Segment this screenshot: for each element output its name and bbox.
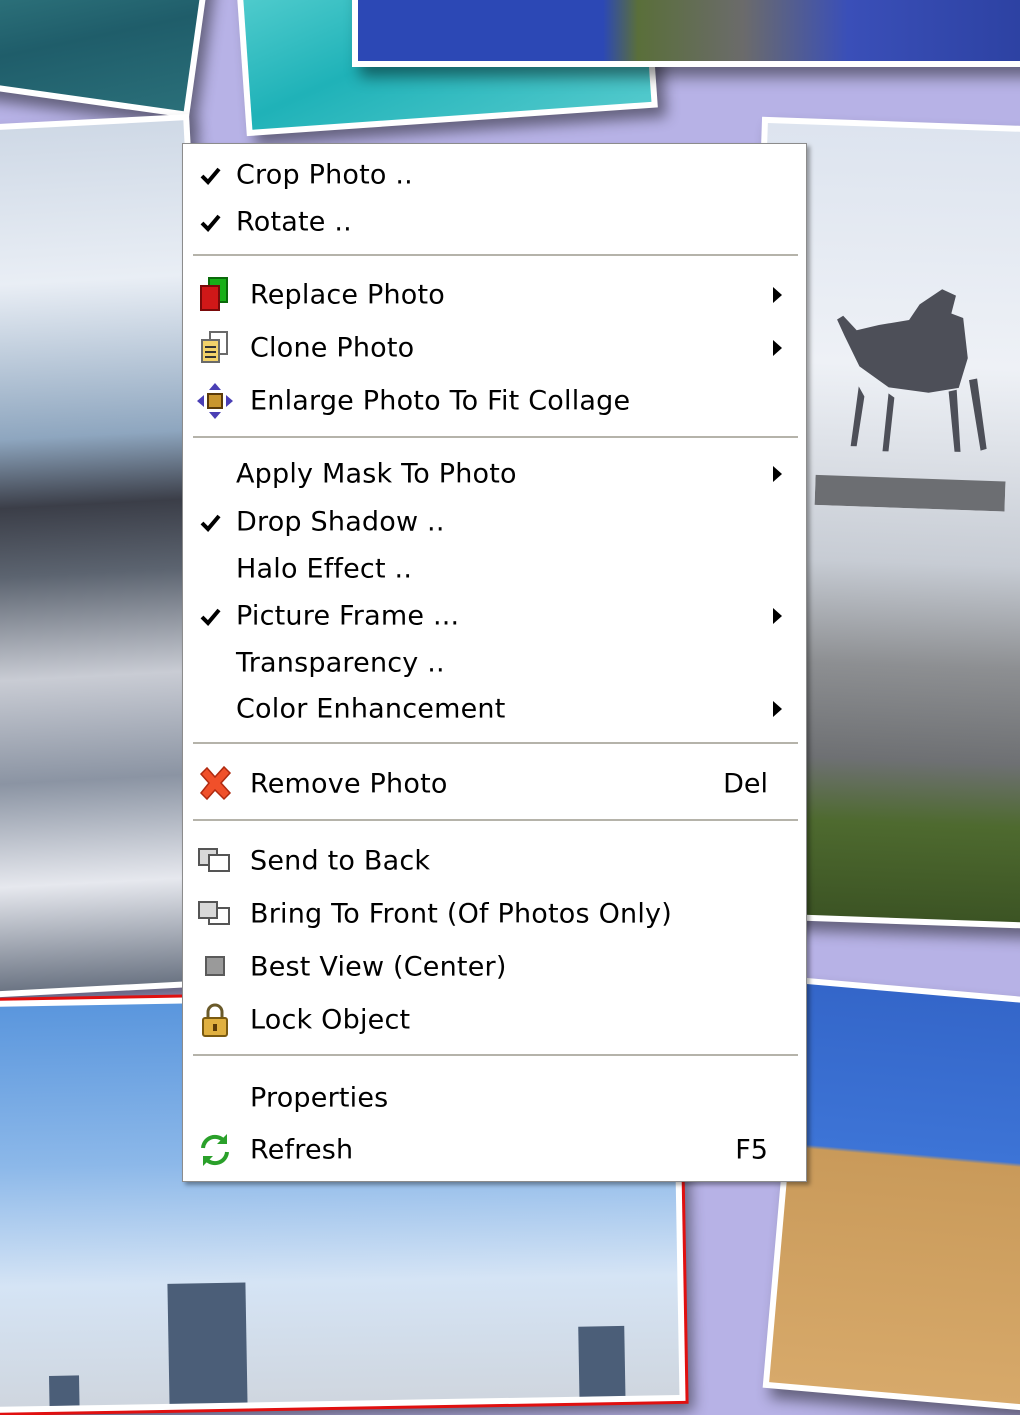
menu-item-replace-photo[interactable]: Replace Photo [183, 272, 806, 318]
menu-item-label: Send to Back [250, 845, 431, 877]
statue-silhouette [814, 289, 1006, 512]
gray-square-icon [195, 947, 235, 987]
menu-item-best-view[interactable]: Best View (Center) [183, 944, 806, 990]
checkmark-icon [200, 214, 221, 232]
skyline-tower [49, 1375, 80, 1406]
shortcut-label: F5 [735, 1134, 768, 1166]
collage-photo-sea[interactable] [0, 0, 213, 119]
padlock-icon [195, 1000, 235, 1040]
menu-item-label: Clone Photo [250, 332, 415, 364]
menu-item-label: Apply Mask To Photo [236, 458, 517, 490]
menu-item-label: Refresh [250, 1134, 354, 1166]
menu-item-label: Picture Frame ... [236, 600, 460, 632]
menu-item-label: Transparency .. [236, 647, 445, 679]
menu-item-refresh[interactable]: Refresh F5 [183, 1127, 806, 1173]
menu-item-properties[interactable]: Properties [183, 1075, 806, 1121]
menu-item-clone-photo[interactable]: Clone Photo [183, 325, 806, 371]
menu-item-apply-mask[interactable]: Apply Mask To Photo [183, 451, 806, 497]
menu-item-halo-effect[interactable]: Halo Effect .. [183, 546, 806, 592]
menu-item-label: Remove Photo [250, 768, 448, 800]
submenu-arrow-icon [773, 287, 782, 303]
menu-item-enlarge-photo[interactable]: Enlarge Photo To Fit Collage [183, 378, 806, 424]
menu-separator [193, 254, 798, 257]
menu-separator [193, 742, 798, 745]
menu-item-bring-to-front[interactable]: Bring To Front (Of Photos Only) [183, 891, 806, 937]
menu-item-label: Best View (Center) [250, 951, 507, 983]
menu-item-send-to-back[interactable]: Send to Back [183, 838, 806, 884]
menu-item-label: Halo Effect .. [236, 553, 413, 585]
menu-item-label: Enlarge Photo To Fit Collage [250, 385, 631, 417]
menu-item-label: Drop Shadow .. [236, 506, 445, 538]
submenu-arrow-icon [773, 608, 782, 624]
menu-item-picture-frame[interactable]: Picture Frame ... [183, 593, 806, 639]
collage-photo-building[interactable] [352, 0, 1020, 67]
send-to-back-icon [195, 841, 235, 881]
menu-item-color-enhancement[interactable]: Color Enhancement [183, 686, 806, 732]
menu-item-label: Color Enhancement [236, 693, 506, 725]
red-x-icon [195, 764, 235, 804]
bring-to-front-icon [195, 894, 235, 934]
shortcut-label: Del [723, 768, 768, 800]
skyline-tower [578, 1325, 626, 1397]
photo-context-menu: Crop Photo .. Rotate .. Replace Photo Cl… [182, 143, 807, 1182]
checkmark-icon [200, 608, 221, 626]
submenu-arrow-icon [773, 466, 782, 482]
menu-item-label: Crop Photo .. [236, 159, 413, 191]
menu-item-label: Lock Object [250, 1004, 411, 1036]
replace-photo-icon [195, 275, 235, 315]
menu-item-label: Bring To Front (Of Photos Only) [250, 898, 672, 930]
menu-separator [193, 819, 798, 822]
submenu-arrow-icon [773, 340, 782, 356]
checkmark-icon [200, 167, 221, 185]
menu-separator [193, 1054, 798, 1057]
submenu-arrow-icon [773, 701, 782, 717]
menu-item-lock-object[interactable]: Lock Object [183, 997, 806, 1043]
menu-item-transparency[interactable]: Transparency .. [183, 640, 806, 686]
menu-item-rotate[interactable]: Rotate .. [183, 199, 806, 245]
menu-item-remove-photo[interactable]: Remove Photo Del [183, 761, 806, 807]
menu-item-label: Rotate .. [236, 206, 352, 238]
menu-item-drop-shadow[interactable]: Drop Shadow .. [183, 499, 806, 545]
menu-item-label: Properties [250, 1082, 389, 1114]
checkmark-icon [200, 514, 221, 532]
menu-item-label: Replace Photo [250, 279, 446, 311]
clone-photo-icon [195, 328, 235, 368]
menu-item-crop-photo[interactable]: Crop Photo .. [183, 152, 806, 198]
enlarge-arrows-icon [195, 381, 235, 421]
skyline-tower [167, 1282, 248, 1404]
menu-separator [193, 436, 798, 439]
green-refresh-icon [195, 1130, 235, 1170]
